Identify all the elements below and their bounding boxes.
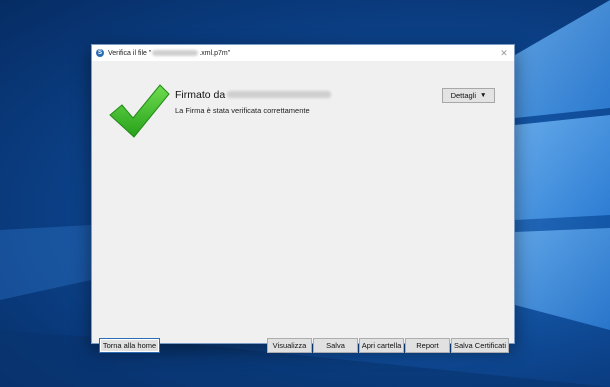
- verify-file-window: S Verifica il file " .xml.p7m" ✕ Firmato…: [91, 44, 515, 353]
- close-button[interactable]: ✕: [498, 47, 510, 59]
- save-button[interactable]: Salva: [313, 338, 358, 353]
- caret-down-icon: ▼: [480, 92, 487, 99]
- app-icon: S: [96, 49, 104, 57]
- details-button-label: Dettagli: [450, 91, 476, 100]
- open-folder-button[interactable]: Apri cartella: [359, 338, 404, 353]
- checkmark-icon: [109, 84, 170, 138]
- redacted-signer-name: [227, 91, 331, 98]
- view-button[interactable]: Visualizza: [267, 338, 312, 353]
- back-to-home-button[interactable]: Torna alla home: [99, 338, 160, 353]
- save-certificates-button[interactable]: Salva Certificati: [451, 338, 509, 353]
- verification-status: La Firma è stata verificata correttament…: [175, 106, 310, 115]
- window-title-suffix: .xml.p7m": [199, 49, 231, 57]
- signed-by-label: Firmato da: [175, 89, 226, 101]
- report-button[interactable]: Report: [405, 338, 450, 353]
- redacted-filename: [152, 50, 199, 56]
- window-title-prefix: Verifica il file ": [108, 49, 152, 57]
- window-content: Firmato da La Firma è stata verificata c…: [92, 61, 514, 353]
- title-bar[interactable]: S Verifica il file " .xml.p7m" ✕: [92, 45, 514, 61]
- details-button[interactable]: Dettagli ▼: [442, 88, 495, 103]
